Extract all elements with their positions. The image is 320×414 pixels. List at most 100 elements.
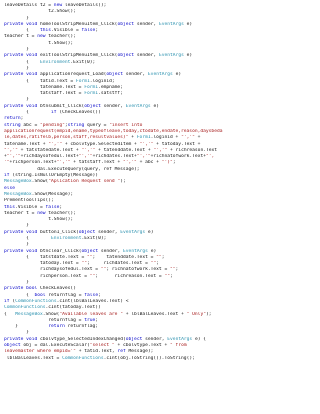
code-token: .Exit(0); [81,235,107,241]
code-token: Message); [125,349,154,355]
code-token: ; richreason.Text = [95,273,165,279]
code-token: void [26,53,38,59]
code-token: teacher t = [4,34,38,40]
code-token: object [81,248,99,254]
code-token: + [194,135,201,141]
code-token: bool [26,286,38,292]
code-token: Form1 [136,135,151,141]
code-token: ; [20,116,24,122]
code-token: btnclear_Click( [37,248,82,254]
code-token: MessageBox [4,179,32,185]
code-token: ; richdates.Text = [87,261,151,267]
code-token: void [26,103,38,109]
code-token: private [4,336,24,342]
code-token: } [4,330,29,336]
code-token: + cbolvtype.SelectedItem + [62,141,140,147]
code-token: leavemaster where empid='" [4,349,76,355]
code-token: EventArgs [158,21,184,27]
code-token: button1_Click( [37,229,79,235]
code-token: bool [34,292,46,298]
code-token: EventArgs [147,72,173,78]
code-token: abc = [20,122,40,128]
code-token: +richperson.Text+ [9,160,57,166]
code-token: this [4,204,16,210]
code-token: { [4,311,16,317]
code-token: richdaysofedul.Text = [4,267,101,273]
code-token: ; [95,317,99,323]
code-token: sender, [142,336,168,342]
code-token: dal.ExecuteQuery(query, ref Message); [4,166,140,172]
code-token: exitToolStripMenuItem_Click( [37,53,118,59]
code-line: lblBalLeaves.Text = CommonFunctions.cInt… [4,356,318,362]
code-token: leaveDetails t2 = [4,3,54,8]
code-token: private [4,53,24,59]
code-token: (CheckLeaves()) [56,110,101,116]
code-token: e) [172,72,182,78]
code-token: ; tatenddate.Text = [92,254,157,260]
code-token: private [4,72,24,78]
code-token: cbolvtype_SelectedIndexChanged( [37,336,126,342]
code-token: false [81,28,96,34]
code-token: homeToolStripMenuItem_Click( [37,21,118,27]
code-token: e) { [192,336,207,342]
code-token: object [84,103,101,109]
code-token: Environment [39,59,71,65]
code-token: private [4,229,24,235]
code-token: sender, [98,248,124,254]
code-token: ; [95,28,99,34]
code-token: + abc + [136,160,162,166]
code-token: void [26,336,38,342]
code-token: .cInt(lblBalLeaves.Text) < [56,298,129,304]
code-token: "Aplication Request send " [48,179,121,185]
code-token: + tatstaff.Text + [70,160,123,166]
code-token: CommonFunctions [4,305,46,311]
code-token: tatoday.Text = [4,261,82,267]
code-token: e) [183,53,193,59]
code-token: ; [172,160,176,166]
code-token: new [37,210,46,216]
code-listing: leaveDetails t2 = new leaveDetails(); t2… [4,3,318,362]
code-token: CheckLeaves() [37,286,76,292]
code-token: .loginid + [150,135,182,141]
code-token: sender, [95,229,121,235]
code-token: ; [59,204,63,210]
code-token: + [128,135,137,141]
code-token: + richreason.Text [167,147,218,153]
code-token: void [26,248,38,254]
code-token: t.Show(); [4,40,74,46]
code-token: "Available leaves are " [59,311,123,317]
code-token: .satstff; [98,91,123,97]
code-token: Form1 [84,84,99,90]
code-token: } [4,97,29,103]
code-token: ; [161,254,165,260]
code-token: object [125,336,143,342]
code-token: { [4,59,40,65]
code-token: .loginid; [89,78,115,84]
code-token: } [4,242,29,248]
code-token: object [4,343,21,349]
code-token: tatstaff.Text = [4,91,85,97]
code-token: .Visible = [51,28,82,34]
code-token: .cInt(obj.ToString()).ToString(); [103,355,195,361]
code-token: { [4,28,40,34]
code-token: string [4,122,21,128]
code-token: Environment [51,235,82,241]
code-token: btnsubmit_Click( [37,103,85,109]
code-token: returnflag; [64,324,99,330]
code-token: MessageBox [4,191,32,197]
code-token: "','" [136,154,151,160]
code-token: false [84,292,99,298]
code-token: object [106,72,123,78]
code-token: sender, [134,53,159,59]
code-token: leaveDetails(); [62,3,107,8]
code-document: leaveDetails t2 = new leaveDetails(); t2… [0,0,320,414]
code-token: richperson.Text = [4,273,90,279]
code-token: new [53,3,63,8]
code-token: "','" [81,147,96,153]
code-token: .empname; [98,84,123,90]
code-token: e) [150,103,159,109]
code-token: } [4,223,29,229]
code-token: ; [98,292,101,298]
code-token: + cbolvtype.Text + [114,343,170,349]
code-token: .cInt(tatoday.Text)) [45,305,101,311]
